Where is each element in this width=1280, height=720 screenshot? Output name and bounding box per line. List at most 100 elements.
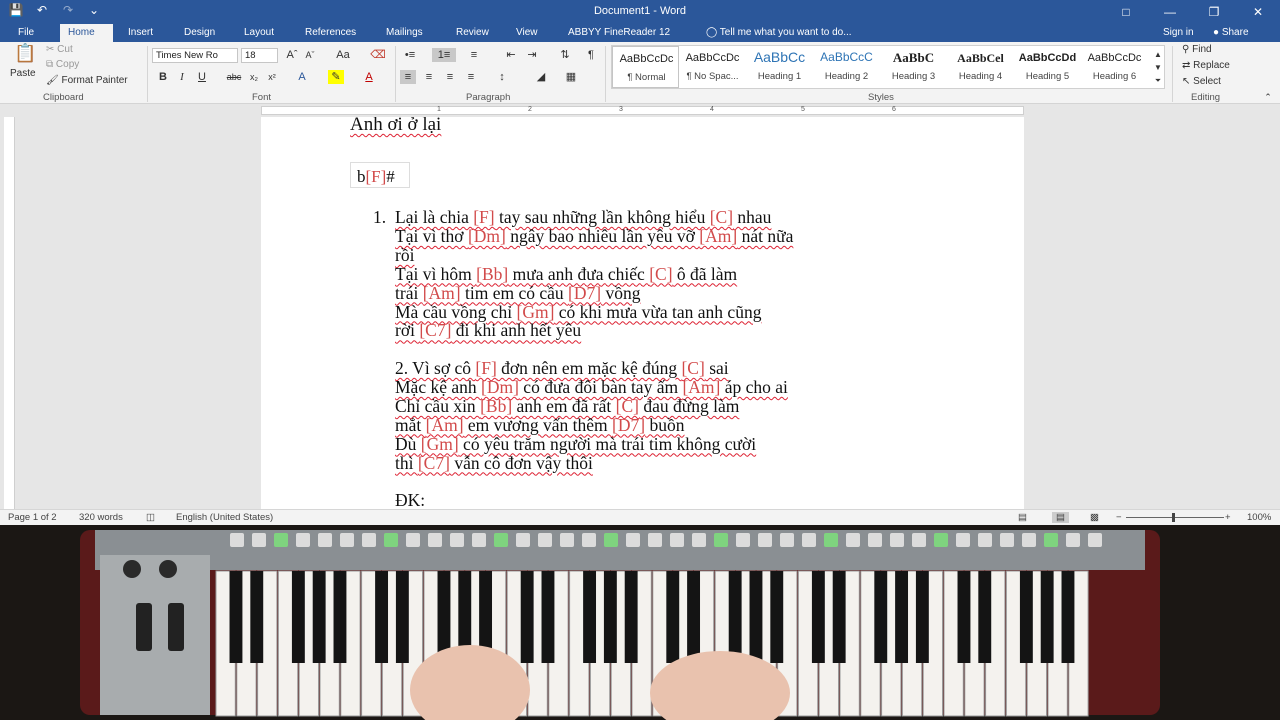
find-button[interactable]: ⚲ Find bbox=[1182, 44, 1212, 55]
read-mode-icon[interactable]: ▤ bbox=[1018, 512, 1027, 523]
format-painter-button[interactable]: 🖌 Format Painter bbox=[46, 75, 128, 86]
tab-file[interactable]: File bbox=[10, 24, 42, 42]
chord: [C] bbox=[649, 263, 673, 284]
align-right-icon[interactable]: ≡ bbox=[442, 70, 458, 84]
decrease-indent-icon[interactable]: ⇤ bbox=[503, 48, 519, 62]
style-no-spacing[interactable]: AaBbCcDc ¶ No Spac... bbox=[679, 46, 746, 88]
superscript-icon[interactable]: x² bbox=[264, 70, 280, 84]
increase-indent-icon[interactable]: ⇥ bbox=[524, 48, 540, 62]
tab-mailings[interactable]: Mailings bbox=[378, 24, 431, 42]
text-effects-icon[interactable]: A bbox=[294, 70, 310, 84]
lyric-text: đau đừng làm bbox=[638, 395, 740, 416]
tab-abbyy[interactable]: ABBYY FineReader 12 bbox=[560, 24, 678, 42]
italic-icon[interactable]: I bbox=[174, 70, 190, 84]
language-indicator[interactable]: English (United States) bbox=[176, 512, 273, 523]
style-heading-4[interactable]: AaBbCel Heading 4 bbox=[947, 46, 1014, 88]
borders-icon[interactable]: ▦ bbox=[563, 70, 579, 84]
horizontal-ruler[interactable]: 1 2 3 4 5 6 bbox=[0, 104, 1280, 117]
word-count[interactable]: 320 words bbox=[79, 512, 123, 523]
restore-icon[interactable]: ❐ bbox=[1192, 0, 1236, 24]
document-page[interactable]: Anh ơi ở lại b[F]# 1. Lại là chia [F] ta… bbox=[261, 117, 1024, 509]
numbering-icon[interactable]: 1≡ bbox=[432, 48, 456, 62]
underline-icon[interactable]: U bbox=[194, 70, 210, 84]
chord: [Gm] bbox=[420, 433, 459, 454]
font-size-combo[interactable]: 18 bbox=[241, 48, 278, 63]
control-pad bbox=[472, 533, 486, 547]
lyric-text: có đưa đôi bàn tay ấm bbox=[518, 376, 683, 397]
tab-references[interactable]: References bbox=[297, 24, 364, 42]
tab-view[interactable]: View bbox=[508, 24, 546, 42]
zoom-in-icon[interactable]: + bbox=[1225, 512, 1231, 523]
font-color-icon[interactable]: A bbox=[361, 70, 377, 84]
replace-button[interactable]: ⇄ Replace bbox=[1182, 60, 1230, 71]
tab-layout[interactable]: Layout bbox=[236, 24, 282, 42]
black-key bbox=[229, 571, 243, 663]
minimize-icon[interactable]: — bbox=[1148, 0, 1192, 24]
zoom-level[interactable]: 100% bbox=[1247, 512, 1271, 523]
show-formatting-icon[interactable]: ¶ bbox=[583, 48, 599, 62]
bullets-icon[interactable]: •≡ bbox=[402, 48, 418, 62]
strikethrough-icon[interactable]: abc bbox=[226, 70, 242, 84]
change-case-icon[interactable]: Aa bbox=[332, 48, 354, 62]
subscript-icon[interactable]: x₂ bbox=[246, 70, 262, 84]
tab-insert[interactable]: Insert bbox=[120, 24, 161, 42]
align-center-icon[interactable]: ≡ bbox=[421, 70, 437, 84]
collapse-ribbon-icon[interactable]: ⌃ bbox=[1260, 90, 1276, 104]
copy-button[interactable]: ⧉ Copy bbox=[46, 59, 79, 70]
proofing-icon[interactable]: ◫ bbox=[146, 512, 155, 523]
control-pad bbox=[626, 533, 640, 547]
tell-me-search[interactable]: ◯ Tell me what you want to do... bbox=[698, 24, 860, 42]
control-pad bbox=[406, 533, 420, 547]
zoom-out-icon[interactable]: − bbox=[1116, 512, 1122, 523]
zoom-slider-thumb[interactable] bbox=[1172, 513, 1175, 522]
web-layout-icon[interactable]: ▩ bbox=[1090, 512, 1099, 523]
highlight-icon[interactable]: ✎ bbox=[328, 70, 344, 84]
copy-icon: ⧉ bbox=[46, 59, 56, 70]
zoom-slider[interactable] bbox=[1126, 517, 1224, 518]
page-indicator[interactable]: Page 1 of 2 bbox=[8, 512, 57, 523]
control-pad bbox=[824, 533, 838, 547]
share-button[interactable]: ● Share bbox=[1205, 24, 1257, 42]
align-left-icon[interactable]: ≡ bbox=[400, 70, 416, 84]
grow-font-icon[interactable]: Aˆ bbox=[284, 48, 300, 62]
styles-more-icon[interactable]: ⏷ bbox=[1150, 74, 1166, 88]
styles-scroll-up-icon[interactable]: ▲ bbox=[1150, 48, 1166, 62]
style-heading-3[interactable]: AaBbC Heading 3 bbox=[880, 46, 947, 88]
vertical-ruler[interactable] bbox=[4, 117, 15, 509]
control-pad bbox=[934, 533, 948, 547]
ribbon: 📋 Paste ✂ Cut ⧉ Copy 🖌 Format Painter Cl… bbox=[0, 42, 1280, 104]
control-pad bbox=[252, 533, 266, 547]
tab-home[interactable]: Home bbox=[60, 24, 113, 42]
shading-icon[interactable]: ◢ bbox=[533, 70, 549, 84]
control-pad bbox=[956, 533, 970, 547]
tab-review[interactable]: Review bbox=[448, 24, 497, 42]
paste-icon[interactable]: 📋 bbox=[14, 44, 36, 68]
font-name-combo[interactable]: Times New Ro bbox=[152, 48, 238, 63]
cut-button[interactable]: ✂ Cut bbox=[46, 44, 73, 55]
paste-button[interactable]: Paste bbox=[10, 68, 36, 79]
line-spacing-icon[interactable]: ↕ bbox=[494, 70, 510, 84]
bold-icon[interactable]: B bbox=[155, 70, 171, 84]
clear-formatting-icon[interactable]: ⌫ bbox=[370, 48, 386, 62]
style-heading-1[interactable]: AaBbCc Heading 1 bbox=[746, 46, 813, 88]
shrink-font-icon[interactable]: Aˇ bbox=[302, 48, 318, 62]
style-heading-5[interactable]: AaBbCcDd Heading 5 bbox=[1014, 46, 1081, 88]
style-heading-2[interactable]: AaBbCcC Heading 2 bbox=[813, 46, 880, 88]
sort-icon[interactable]: ⇅ bbox=[557, 48, 573, 62]
ribbon-display-options-icon[interactable]: □ bbox=[1104, 0, 1148, 24]
justify-icon[interactable]: ≡ bbox=[463, 70, 479, 84]
close-icon[interactable]: ✕ bbox=[1236, 0, 1280, 24]
lyric-text: Mà cầu vồng chỉ bbox=[395, 301, 517, 322]
black-key bbox=[666, 571, 680, 663]
lyric-text: rồi bbox=[395, 244, 415, 265]
style-heading-6[interactable]: AaBbCcDc Heading 6 bbox=[1081, 46, 1148, 88]
styles-scroll-down-icon[interactable]: ▼ bbox=[1150, 61, 1166, 75]
lyric-text: Mặc kệ anh bbox=[395, 376, 482, 397]
sign-in-link[interactable]: Sign in bbox=[1155, 24, 1202, 42]
chord: [Am] bbox=[422, 282, 461, 303]
print-layout-icon[interactable]: ▤ bbox=[1052, 512, 1069, 523]
style-normal[interactable]: AaBbCcDc ¶ Normal bbox=[612, 46, 679, 88]
select-button[interactable]: ↖ Select bbox=[1182, 76, 1221, 87]
multilevel-list-icon[interactable]: ≡ bbox=[466, 48, 482, 62]
tab-design[interactable]: Design bbox=[176, 24, 223, 42]
